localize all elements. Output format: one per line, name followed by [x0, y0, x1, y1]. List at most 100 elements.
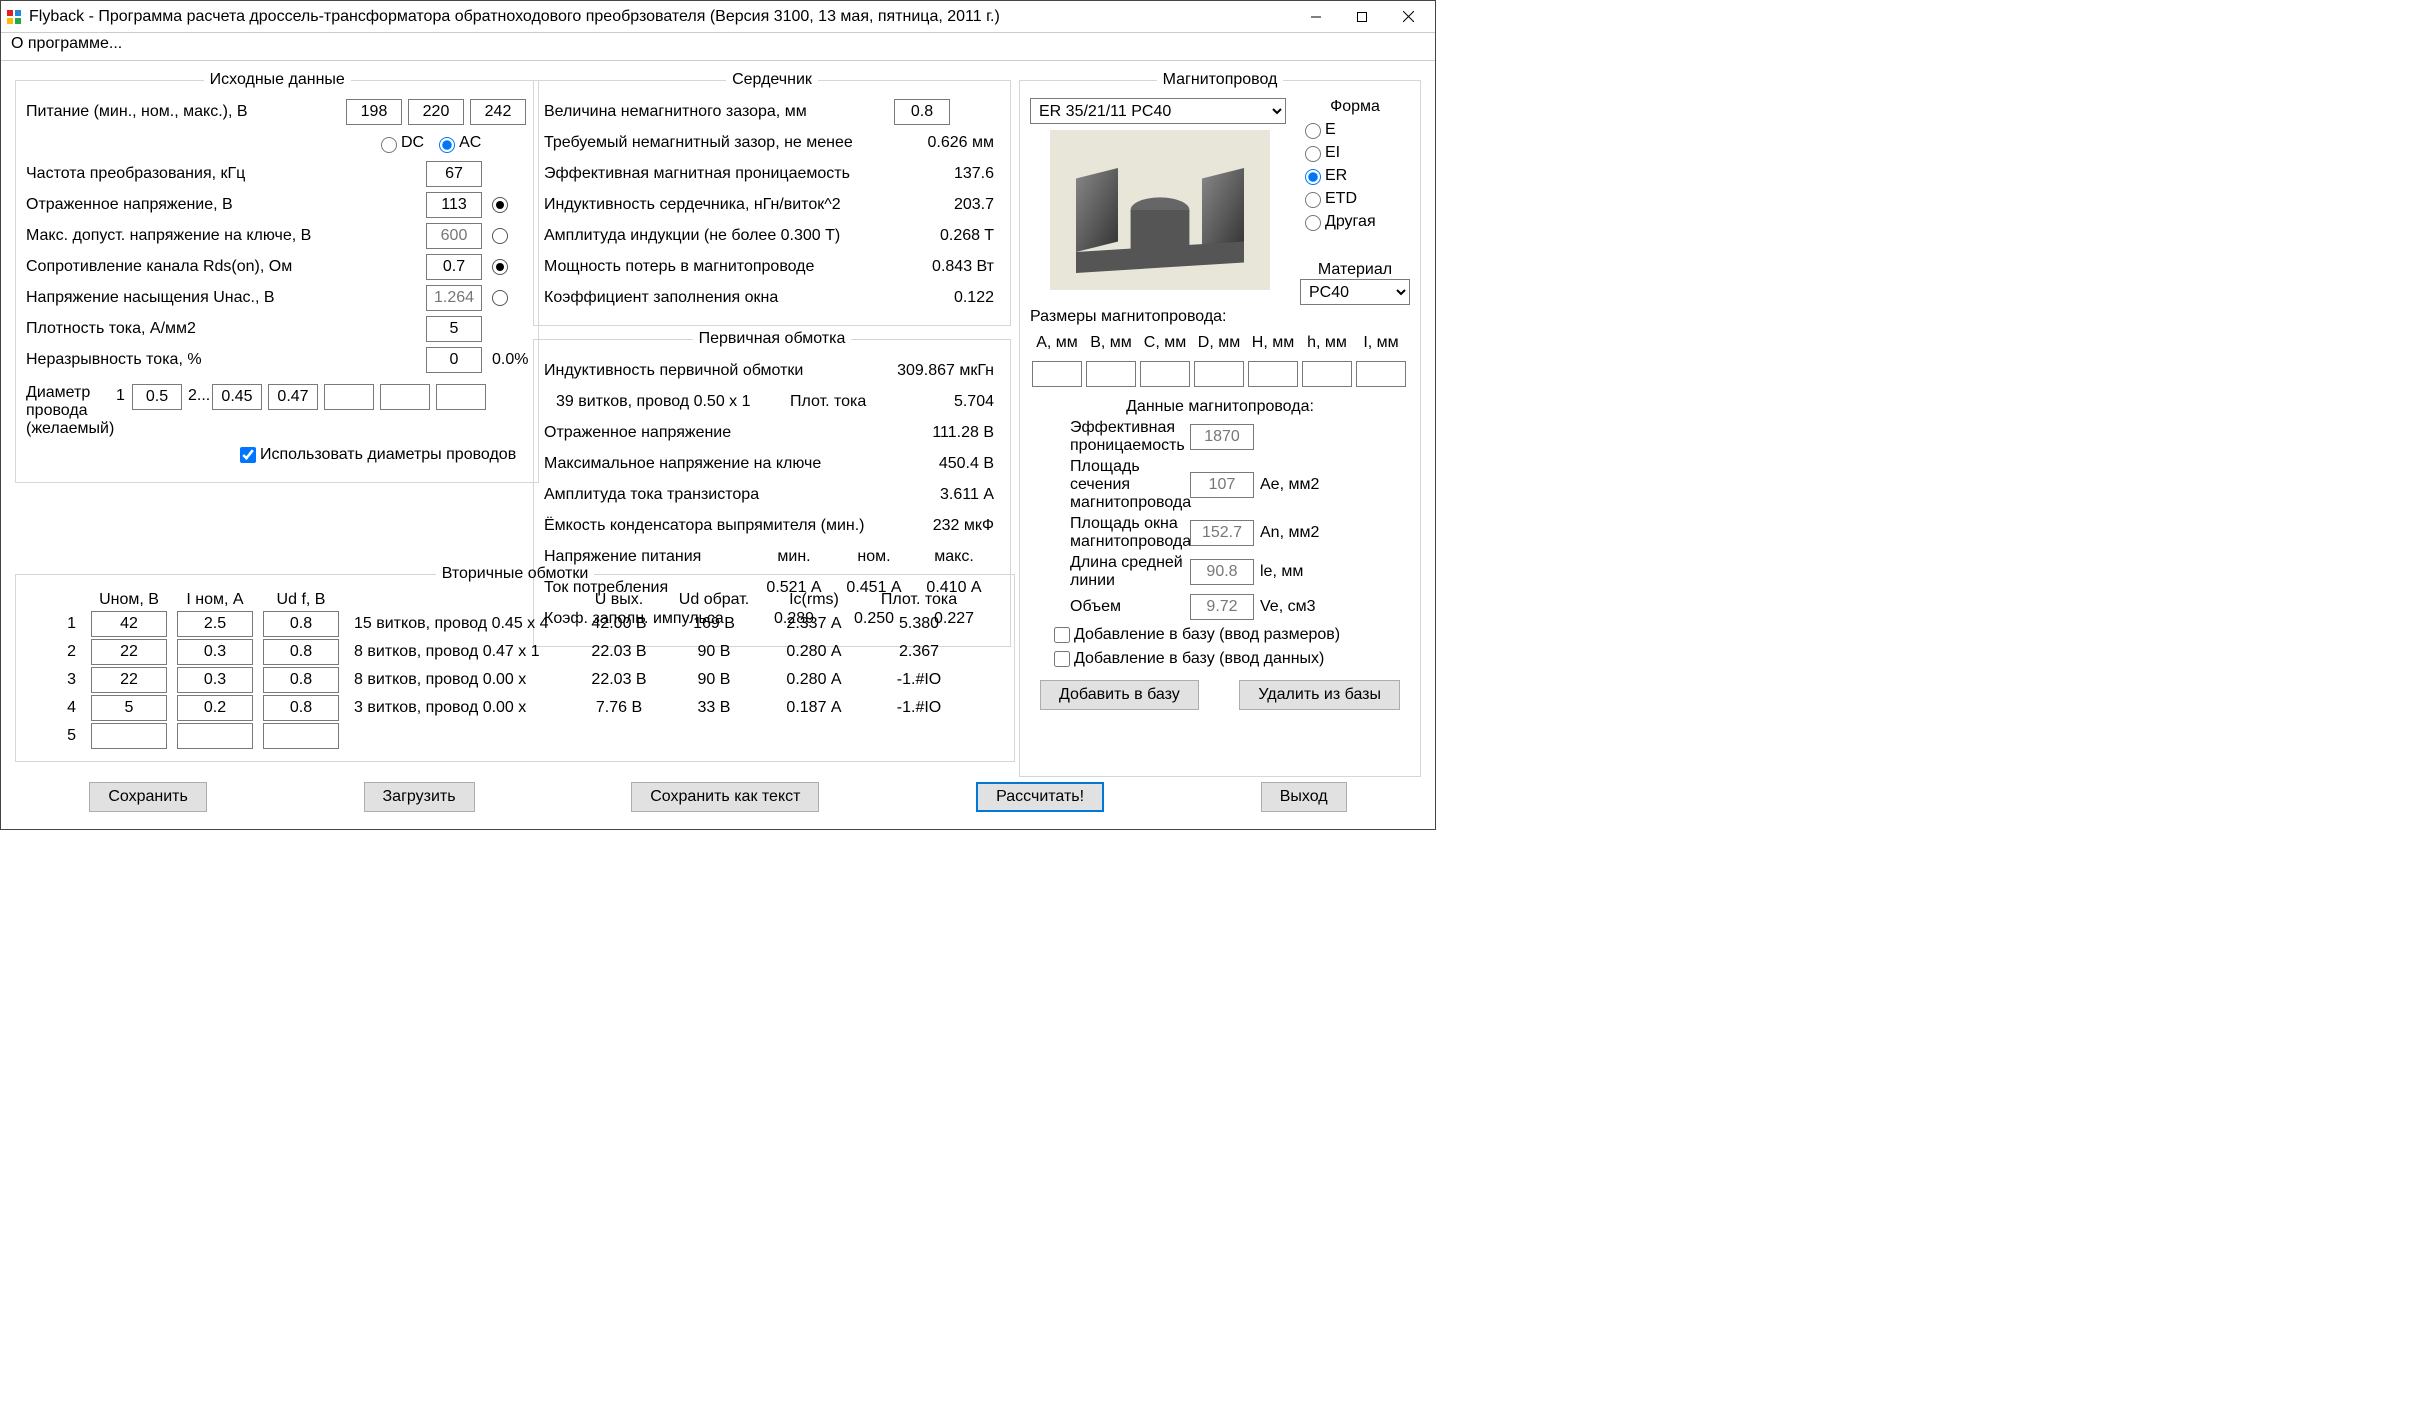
wire1-input[interactable] [132, 384, 182, 410]
add-dims-checkbox[interactable]: Добавление в базу (ввод размеров) [1050, 624, 1340, 646]
core-metric-label: Коэффициент заполнения окна [544, 289, 894, 307]
usat-label: Напряжение насыщения Uнас., В [26, 289, 426, 307]
vsw-radio[interactable] [492, 228, 508, 244]
vrefl-label: Отраженное напряжение, В [26, 196, 426, 214]
minimize-button[interactable] [1293, 2, 1339, 32]
wire6-input[interactable] [436, 384, 486, 410]
dim-input[interactable] [1032, 361, 1082, 387]
jdens-input[interactable] [426, 316, 482, 342]
rds-input[interactable] [426, 254, 482, 280]
wire1-num: 1 [116, 384, 132, 405]
core-metric-label: Мощность потерь в магнитопроводе [544, 258, 894, 276]
use-diameters-checkbox[interactable]: Использовать диаметры проводов [236, 444, 516, 466]
del-from-db-button[interactable]: Удалить из базы [1239, 680, 1400, 710]
menu-about[interactable]: О программе... [11, 35, 122, 52]
le-input[interactable] [1190, 559, 1254, 585]
dim-input[interactable] [1140, 361, 1190, 387]
shape-radio-er[interactable]: ER [1300, 166, 1410, 185]
gap-label: Величина немагнитного зазора, мм [544, 103, 894, 121]
secondary-group: Вторичные обмотки Uном, В I ном, А Ud f,… [15, 565, 1015, 762]
titlebar: Flyback - Программа расчета дроссель-тра… [1, 1, 1435, 33]
sec-ud-input[interactable] [263, 695, 339, 721]
shape-radio-ei[interactable]: EI [1300, 143, 1410, 162]
sec-u-input[interactable] [91, 639, 167, 665]
app-icon [5, 8, 23, 26]
secondary-row: 38 витков, провод 0.00 x22.03 В90 В0.280… [26, 667, 1004, 693]
core-image [1050, 130, 1270, 290]
calculate-button[interactable]: Рассчитать! [976, 782, 1104, 812]
dim-input[interactable] [1248, 361, 1298, 387]
gap-input[interactable] [894, 99, 950, 125]
dc-radio[interactable]: DC [376, 134, 424, 153]
sec-i-input[interactable] [177, 639, 253, 665]
sec-u-input[interactable] [91, 667, 167, 693]
sec-i-input[interactable] [177, 695, 253, 721]
shape-radio-другая[interactable]: Другая [1300, 212, 1410, 231]
secondary-row: 5 [26, 723, 1004, 749]
sec-i-input[interactable] [177, 611, 253, 637]
supply-max-input[interactable] [470, 99, 526, 125]
core-metric-label: Эффективная магнитная проницаемость [544, 165, 894, 183]
magnet-legend: Магнитопровод [1157, 71, 1284, 89]
save-button[interactable]: Сохранить [89, 782, 207, 812]
save-text-button[interactable]: Сохранить как текст [631, 782, 819, 812]
material-select[interactable]: PC40 [1300, 279, 1410, 305]
ac-radio[interactable]: AC [434, 134, 481, 153]
supply-min-input[interactable] [346, 99, 402, 125]
dim-input[interactable] [1086, 361, 1136, 387]
sec-ud-input[interactable] [263, 667, 339, 693]
usat-radio[interactable] [492, 290, 508, 306]
eff-perm-input[interactable] [1190, 424, 1254, 450]
core-metric-value: 203.7 [894, 196, 994, 214]
core-metric-value: 0.843 Вт [894, 258, 994, 276]
an-input[interactable] [1190, 520, 1254, 546]
shape-radio-e[interactable]: E [1300, 120, 1410, 139]
add-data-checkbox[interactable]: Добавление в базу (ввод данных) [1050, 648, 1324, 670]
cont-label: Неразрывность тока, % [26, 351, 426, 369]
sec-i-input[interactable] [177, 723, 253, 749]
wire2-input[interactable] [212, 384, 262, 410]
dim-input[interactable] [1194, 361, 1244, 387]
ae-input[interactable] [1190, 472, 1254, 498]
vsw-label: Макс. допуст. напряжение на ключе, В [26, 227, 426, 245]
load-button[interactable]: Загрузить [364, 782, 475, 812]
freq-label: Частота преобразования, кГц [26, 165, 426, 183]
sec-u-input[interactable] [91, 611, 167, 637]
core-metric-label: Требуемый немагнитный зазор, не менее [544, 134, 894, 152]
wire5-input[interactable] [380, 384, 430, 410]
wire4-input[interactable] [324, 384, 374, 410]
magnet-group: Магнитопровод ER 35/21/11 PC40 [1019, 71, 1421, 777]
content-area: Исходные данные Питание (мин., ном., мак… [1, 61, 1435, 829]
core-select[interactable]: ER 35/21/11 PC40 [1030, 98, 1286, 124]
vrefl-radio[interactable] [492, 197, 508, 213]
dim-input[interactable] [1302, 361, 1352, 387]
supply-label: Питание (мин., ном., макс.), В [26, 103, 346, 121]
wire-label-block: Диаметр провода (желаемый) [26, 384, 116, 438]
freq-input[interactable] [426, 161, 482, 187]
cont-input[interactable] [426, 347, 482, 373]
dims-label: Размеры магнитопровода: [1030, 308, 1410, 326]
sec-ud-input[interactable] [263, 639, 339, 665]
sec-u-input[interactable] [91, 723, 167, 749]
sec-ud-input[interactable] [263, 723, 339, 749]
supply-nom-input[interactable] [408, 99, 464, 125]
core-metric-label: Амплитуда индукции (не более 0.300 Т) [544, 227, 894, 245]
sec-u-input[interactable] [91, 695, 167, 721]
vrefl-input[interactable] [426, 192, 482, 218]
maximize-button[interactable] [1339, 2, 1385, 32]
rds-radio[interactable] [492, 259, 508, 275]
wire3-input[interactable] [268, 384, 318, 410]
add-to-db-button[interactable]: Добавить в базу [1040, 680, 1199, 710]
sec-i-input[interactable] [177, 667, 253, 693]
sec-ud-input[interactable] [263, 611, 339, 637]
exit-button[interactable]: Выход [1261, 782, 1347, 812]
core-legend: Сердечник [726, 71, 818, 89]
shape-radio-etd[interactable]: ETD [1300, 189, 1410, 208]
app-window: Flyback - Программа расчета дроссель-тра… [0, 0, 1436, 830]
material-label: Материал [1300, 261, 1410, 279]
vsw-input[interactable] [426, 223, 482, 249]
ve-input[interactable] [1190, 594, 1254, 620]
usat-input[interactable] [426, 285, 482, 311]
close-button[interactable] [1385, 2, 1431, 32]
dim-input[interactable] [1356, 361, 1406, 387]
